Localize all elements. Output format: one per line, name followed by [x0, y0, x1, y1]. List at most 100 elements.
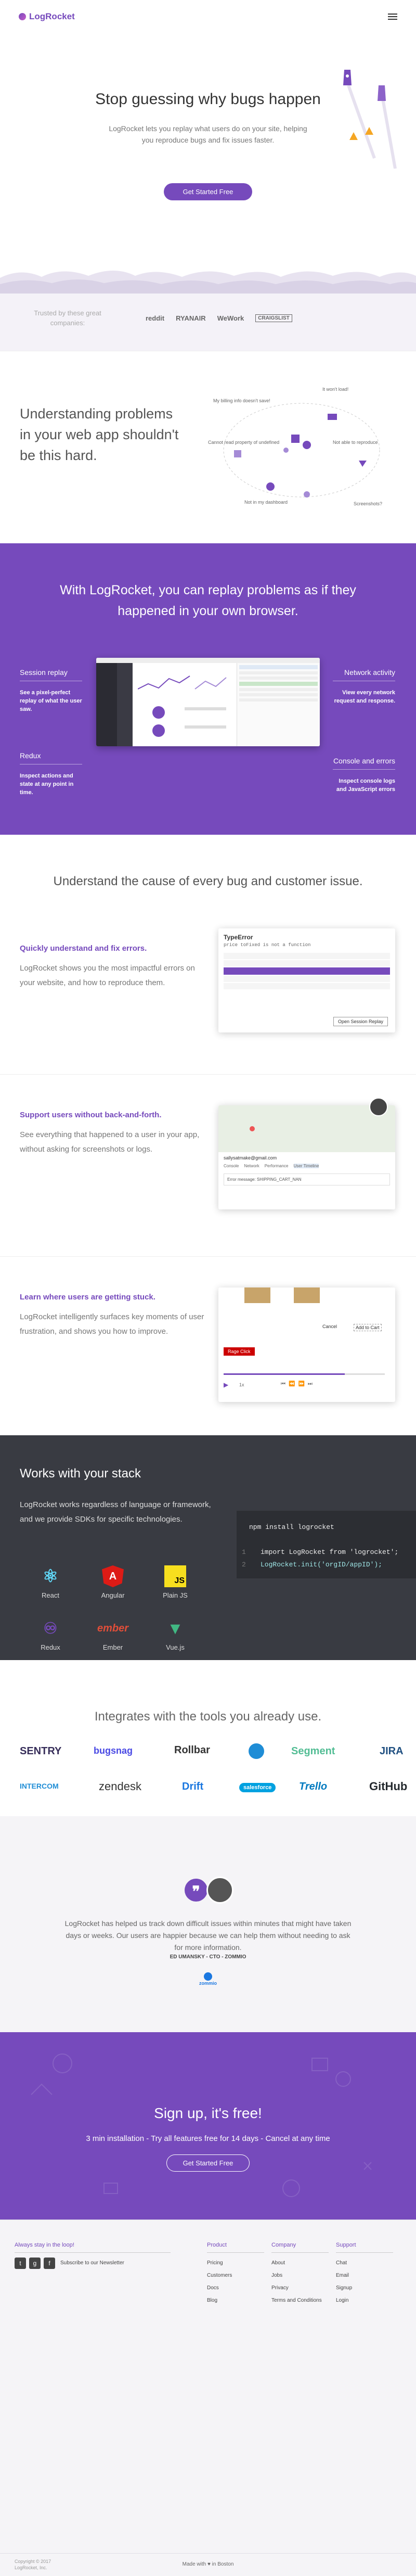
- footer: Always stay in the loop! t g f Subscribe…: [0, 2220, 416, 2576]
- hamburger-menu-icon[interactable]: [388, 12, 397, 21]
- tech-vue: ▼ Vue.js: [157, 1617, 193, 1652]
- feature-text: See everything that happened to a user i…: [20, 1130, 200, 1154]
- newsletter-link[interactable]: Subscribe to our Newsletter: [60, 2257, 124, 2269]
- rollbar-logo: Rollbar: [174, 1744, 210, 1756]
- tab-user-timeline[interactable]: User Timeline: [293, 1164, 319, 1168]
- cancel-button[interactable]: Cancel: [322, 1324, 337, 1329]
- integrations-section: Integrates with the tools you already us…: [0, 1660, 416, 1816]
- avatar: [369, 1098, 388, 1116]
- feature-text: LogRocket intelligently surfaces key mom…: [20, 1312, 204, 1336]
- footer-link[interactable]: Terms and Conditions: [271, 2294, 329, 2304]
- dashboard-chart-icon: [138, 675, 227, 737]
- signup-section: Sign up, it's free! 3 min installation -…: [0, 2032, 416, 2220]
- background-doodles-icon: [31, 2054, 372, 2197]
- tab-network[interactable]: Network: [244, 1164, 259, 1168]
- problem-label: My billing info doesn't save!: [213, 398, 270, 403]
- speed-label[interactable]: 1x: [239, 1382, 244, 1387]
- tab-performance[interactable]: Performance: [265, 1164, 289, 1168]
- play-icon[interactable]: ▶: [224, 1381, 228, 1388]
- footer-col-product: Product Pricing Customers Docs Blog: [207, 2242, 264, 2307]
- footer-link[interactable]: Customers: [207, 2269, 264, 2282]
- footer-link[interactable]: Blog: [207, 2294, 264, 2307]
- open-session-replay-button[interactable]: Open Session Replay: [333, 1017, 388, 1026]
- intercom-logo: INTERCOM: [20, 1782, 59, 1790]
- replay-section: With LogRocket, you can replay problems …: [0, 543, 416, 835]
- feature-text: Inspect console logs and JavaScript erro…: [336, 778, 395, 793]
- feature-text: Inspect actions and state at any point i…: [20, 773, 74, 796]
- user-email: sallysatmake@gmail.com: [224, 1155, 277, 1161]
- feature-heading: Session replay: [20, 668, 68, 677]
- tech-plain-js: JS Plain JS: [157, 1565, 193, 1599]
- signup-get-started-button[interactable]: Get Started Free: [166, 2154, 250, 2172]
- twitter-icon[interactable]: t: [15, 2258, 26, 2269]
- footer-link[interactable]: Pricing: [207, 2257, 264, 2269]
- footer-col-company: Company About Jobs Privacy Terms and Con…: [271, 2242, 329, 2304]
- trusted-label: Trusted by these great companies:: [34, 309, 101, 327]
- quote-icon: ❞: [185, 1879, 207, 1902]
- feature-text: View every network request and response.: [334, 690, 395, 704]
- github-icon[interactable]: g: [29, 2258, 41, 2269]
- error-message: Error message: SHIPPING_CART_NAN: [224, 1174, 390, 1185]
- reddit-logo: reddit: [146, 314, 165, 322]
- feature-heading: Network activity: [344, 668, 395, 677]
- javascript-icon: JS: [164, 1565, 186, 1587]
- problem-label: It won't load!: [322, 387, 349, 392]
- footer-link[interactable]: Email: [336, 2269, 393, 2282]
- support-card: sallysatmake@gmail.com Console Network P…: [218, 1105, 395, 1209]
- wework-logo: WeWork: [217, 314, 244, 322]
- ember-icon: ember: [97, 1622, 129, 1634]
- testimonial-author: ED UMANSKY - CTO - ZOMMIO: [170, 1954, 246, 1960]
- salesforce-logo: salesforce: [239, 1783, 276, 1792]
- playback-controls-icon[interactable]: ⏮⏪⏩⏭: [281, 1381, 316, 1387]
- top-nav: LogRocket: [0, 0, 416, 33]
- trusted-by-section: Trusted by these great companies: reddit…: [0, 294, 416, 351]
- redux-icon: ♾: [43, 1619, 58, 1637]
- feature-support: Support users without back-and-forth. Se…: [20, 1111, 212, 1157]
- footer-link[interactable]: About: [271, 2257, 329, 2269]
- stack-text: LogRocket works regardless of language o…: [20, 1500, 211, 1524]
- tech-angular: A Angular: [95, 1565, 131, 1599]
- tech-react: ⚛ React: [32, 1565, 69, 1599]
- footer-link[interactable]: Login: [336, 2294, 393, 2307]
- code-line: LogRocket.init('orgID/appID');: [261, 1561, 383, 1568]
- add-to-cart-button[interactable]: Add to Cart: [354, 1324, 382, 1331]
- footer-link[interactable]: Jobs: [271, 2269, 329, 2282]
- sentry-logo: SENTRY: [20, 1745, 62, 1757]
- footer-loop-title: Always stay in the loop!: [15, 2242, 171, 2253]
- footer-link[interactable]: Privacy: [271, 2282, 329, 2294]
- footer-link[interactable]: Signup: [336, 2282, 393, 2294]
- problem-label: Cannot read property of undefined: [208, 440, 280, 445]
- tab-console[interactable]: Console: [224, 1164, 239, 1168]
- feature-text: LogRocket shows you the most impactful e…: [20, 964, 195, 987]
- problems-section: Understanding problems in your web app s…: [0, 351, 416, 543]
- problems-title: Understanding problems in your web app s…: [20, 406, 179, 463]
- feature-heading: Quickly understand and fix errors.: [20, 944, 147, 953]
- replay-app-screenshot: [96, 658, 320, 746]
- react-icon: ⚛: [42, 1566, 59, 1586]
- signup-title: Sign up, it's free!: [154, 2105, 262, 2121]
- hero-get-started-button[interactable]: Get Started Free: [164, 183, 252, 200]
- error-card: TypeError price toFixed is not a functio…: [218, 928, 395, 1032]
- feature-text: See a pixel-perfect replay of what the u…: [20, 690, 82, 712]
- footer-col-support: Support Chat Email Signup Login: [336, 2242, 393, 2307]
- stuck-card: Cancel Add to Cart Rage Click ▶ 1x ⏮⏪⏩⏭: [218, 1287, 395, 1402]
- jira-logo: JIRA: [380, 1745, 404, 1757]
- intercom-round-icon: [249, 1743, 264, 1759]
- zendesk-logo: zendesk: [99, 1780, 141, 1793]
- hero-subtitle: LogRocket lets you replay what users do …: [109, 124, 307, 144]
- feature-heading: Console and errors: [333, 757, 395, 765]
- feature-session-replay: Session replay See a pixel-perfect repla…: [20, 668, 82, 713]
- footer-link[interactable]: Chat: [336, 2257, 393, 2269]
- code-line: import LogRocket from 'logrocket';: [261, 1548, 399, 1556]
- code-line: npm install logrocket: [249, 1523, 334, 1531]
- drift-logo: Drift: [182, 1781, 204, 1792]
- craigslist-logo: CRAIGSLIST: [255, 314, 292, 322]
- integrations-title: Integrates with the tools you already us…: [94, 1710, 322, 1724]
- facebook-icon[interactable]: f: [44, 2258, 55, 2269]
- problem-label: Screenshots?: [354, 501, 383, 506]
- replay-title: With LogRocket, you can replay problems …: [60, 583, 356, 618]
- problems-diagram: My billing info doesn't save! It won't l…: [203, 382, 400, 518]
- footer-link[interactable]: Docs: [207, 2282, 264, 2294]
- footer-col-title: Support: [336, 2242, 393, 2253]
- brand-logo[interactable]: LogRocket: [19, 11, 75, 22]
